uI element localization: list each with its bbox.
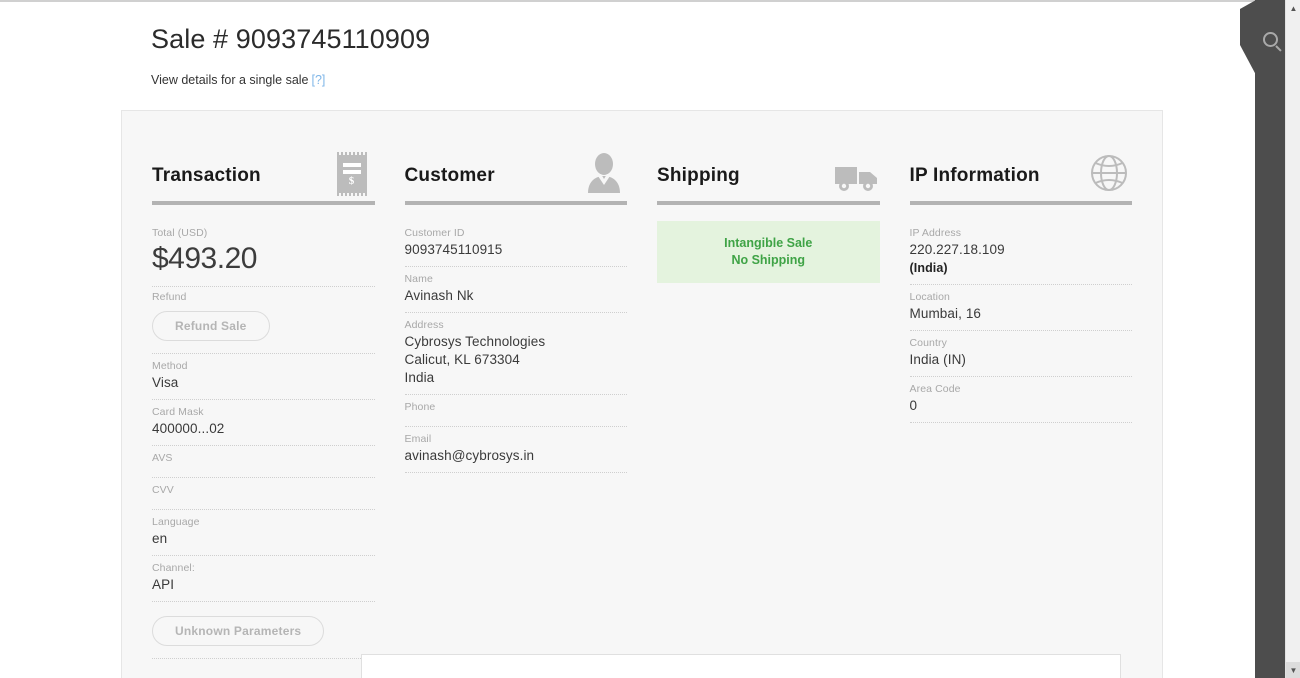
scroll-up-arrow[interactable]: ▲	[1286, 0, 1300, 16]
unknown-parameters-row: Unknown Parameters	[152, 602, 375, 659]
person-avatar-icon	[581, 147, 627, 193]
field-value-avs	[152, 466, 375, 470]
field-label-name: Name	[404, 273, 433, 285]
field-language: Language en	[152, 510, 375, 556]
shipping-title: Shipping	[657, 165, 740, 186]
field-label-avs: AVS	[152, 452, 173, 464]
field-value-area-code: 0	[909, 398, 918, 413]
shipping-status-badge: Intangible Sale No Shipping	[657, 221, 880, 283]
field-label-address: Address	[404, 319, 444, 331]
field-ip-country: Country India (IN)	[909, 331, 1132, 377]
field-customer-email: Email avinash@cybrosys.in	[404, 427, 627, 473]
transaction-title: Transaction	[152, 165, 261, 186]
field-label-email: Email	[404, 433, 432, 445]
field-label-refund: Refund	[152, 291, 187, 303]
field-value-name: Avinash Nk	[404, 288, 474, 303]
field-cvv: CVV	[152, 478, 375, 510]
ip-information-title: IP Information	[909, 165, 1040, 186]
field-ip-location: Location Mumbai, 16	[909, 285, 1132, 331]
field-label-card-mask: Card Mask	[152, 406, 204, 418]
field-value-customer-id: 9093745110915	[404, 242, 503, 257]
field-customer-phone: Phone	[404, 395, 628, 427]
receipt-dollar-icon: $	[329, 147, 375, 196]
field-label-channel: Channel:	[152, 562, 195, 574]
field-label-location: Location	[909, 291, 950, 303]
scroll-down-arrow[interactable]: ▼	[1286, 662, 1300, 678]
field-value-location: Mumbai, 16	[909, 306, 982, 321]
field-value-language: en	[152, 531, 168, 546]
help-link[interactable]: [?]	[312, 73, 326, 87]
ip-information-header: IP Information	[910, 139, 1133, 201]
top-divider	[0, 0, 1256, 2]
ip-information-column: IP Information IP Address 220.227.18.109…	[909, 139, 1133, 659]
transaction-header: Transaction $	[152, 139, 375, 201]
field-refund: Refund Refund Sale	[152, 287, 375, 354]
page-root: Sale # 9093745110909 View details for a …	[0, 0, 1300, 678]
field-value-ip-country: (India)	[909, 261, 948, 275]
field-value-ip-address: 220.227.18.109	[909, 242, 1005, 257]
field-label-country: Country	[909, 337, 947, 349]
shipping-notice-line2: No Shipping	[731, 253, 806, 267]
details-columns: Transaction $ Total (USD) $493.20 Refund…	[122, 111, 1162, 659]
customer-title: Customer	[404, 165, 495, 186]
shipping-divider	[657, 201, 880, 205]
sale-details-card: Transaction $ Total (USD) $493.20 Refund…	[121, 110, 1163, 678]
field-value-phone	[405, 415, 628, 419]
field-customer-name: Name Avinash Nk	[404, 267, 627, 313]
vertical-scrollbar[interactable]: ▲ ▼	[1285, 0, 1300, 678]
globe-icon	[1086, 147, 1132, 193]
bottom-white-panel	[361, 654, 1121, 678]
customer-column: Customer Customer ID 9093745110915 Name …	[404, 139, 628, 659]
field-value-address: Cybrosys Technologies Calicut, KL 673304…	[404, 334, 546, 385]
ip-information-divider	[909, 201, 1132, 205]
page-subtitle-text: View details for a single sale	[151, 73, 309, 87]
field-label-customer-id: Customer ID	[404, 227, 465, 239]
field-value-country: India (IN)	[909, 352, 967, 367]
field-label-cvv: CVV	[152, 484, 174, 496]
field-card-mask: Card Mask 400000...02	[152, 400, 375, 446]
field-ip-address: IP Address 220.227.18.109 (India)	[909, 221, 1132, 285]
field-value-total: $493.20	[152, 242, 257, 275]
field-value-card-mask: 400000...02	[152, 421, 225, 436]
field-value-method: Visa	[152, 375, 179, 390]
page-title: Sale # 9093745110909	[151, 24, 431, 54]
field-label-ip-address: IP Address	[909, 227, 962, 239]
shipping-column: Shipping Intangible Sale No Shipping	[657, 139, 880, 659]
field-ip-area-code: Area Code 0	[909, 377, 1132, 423]
field-label-method: Method	[152, 360, 188, 372]
field-value-cvv	[152, 498, 375, 502]
field-label-area-code: Area Code	[909, 383, 961, 395]
search-icon[interactable]	[1263, 32, 1278, 47]
field-customer-address: Address Cybrosys Technologies Calicut, K…	[404, 313, 627, 395]
page-header: Sale # 9093745110909 View details for a …	[151, 22, 851, 88]
search-tab-notch	[1240, 0, 1256, 75]
field-label-language: Language	[152, 516, 200, 528]
transaction-divider	[152, 201, 375, 205]
customer-header: Customer	[405, 139, 628, 201]
unknown-parameters-button[interactable]: Unknown Parameters	[152, 616, 325, 646]
page-subtitle: View details for a single sale [?]	[151, 72, 851, 88]
field-value-email: avinash@cybrosys.in	[404, 448, 535, 463]
shipping-header: Shipping	[657, 139, 880, 201]
field-label-phone: Phone	[404, 401, 436, 413]
field-channel: Channel: API	[152, 556, 375, 602]
field-method: Method Visa	[152, 354, 375, 400]
refund-sale-button[interactable]: Refund Sale	[152, 311, 270, 341]
transaction-column: Transaction $ Total (USD) $493.20 Refund…	[152, 139, 375, 659]
field-customer-id: Customer ID 9093745110915	[404, 221, 627, 267]
delivery-truck-icon	[834, 147, 880, 193]
field-value-channel: API	[152, 577, 175, 592]
shipping-notice-line1: Intangible Sale	[724, 236, 813, 250]
field-total: Total (USD) $493.20	[152, 221, 375, 287]
field-avs: AVS	[152, 446, 375, 478]
customer-divider	[404, 201, 627, 205]
